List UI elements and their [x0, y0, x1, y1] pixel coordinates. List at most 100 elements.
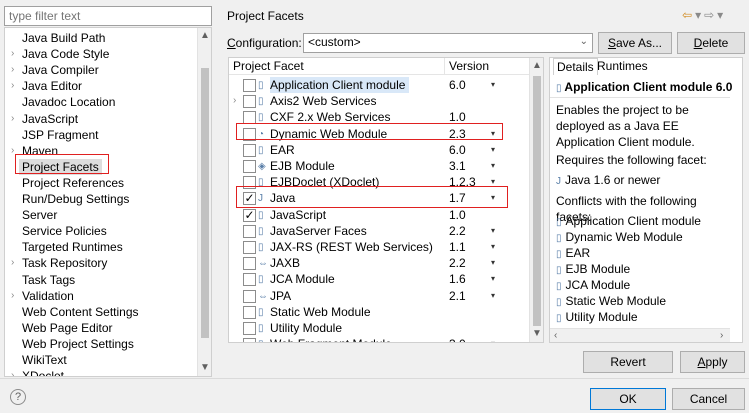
- forward-dropdown-icon[interactable]: ▾: [717, 8, 726, 22]
- version-dropdown-icon[interactable]: ▾: [491, 271, 495, 287]
- version-dropdown-icon[interactable]: ▾: [491, 223, 495, 239]
- table-row[interactable]: › ▯ Axis2 Web Services: [229, 93, 531, 109]
- facet-name: Web Fragment Module: [270, 336, 392, 342]
- back-arrow-icon[interactable]: ⇦: [682, 8, 695, 22]
- facet-version[interactable]: 3.0: [449, 336, 466, 342]
- version-dropdown-icon[interactable]: ▾: [491, 158, 495, 174]
- table-row[interactable]: ▯ JavaServer Faces 2.2 ▾: [229, 223, 531, 239]
- version-dropdown-icon[interactable]: ▾: [491, 239, 495, 255]
- facet-version[interactable]: 2.2: [449, 223, 466, 239]
- facet-checkbox[interactable]: [243, 160, 256, 173]
- table-row[interactable]: ▯ Web Fragment Module 3.0 ▾: [229, 336, 531, 342]
- facet-name: Axis2 Web Services: [270, 94, 377, 109]
- help-icon[interactable]: ?: [10, 389, 26, 405]
- apply-button[interactable]: Apply: [680, 351, 745, 373]
- facets-table-scrollbar[interactable]: ▲ ▼: [529, 58, 543, 342]
- facet-version[interactable]: 2.1: [449, 288, 466, 304]
- version-dropdown-icon[interactable]: ▾: [491, 255, 495, 271]
- scrollbar-thumb[interactable]: [533, 76, 541, 326]
- chevron-right-icon[interactable]: ›: [11, 368, 14, 376]
- facet-icon: ▯: [258, 225, 264, 237]
- table-row[interactable]: ▯ JCA Module 1.6 ▾: [229, 271, 531, 287]
- facet-checkbox[interactable]: [243, 257, 256, 271]
- scroll-right-icon[interactable]: ›: [720, 330, 723, 341]
- tab-runtimes[interactable]: Runtimes: [594, 58, 651, 75]
- facet-icon: ⇔: [258, 258, 268, 270]
- facet-version[interactable]: 3.1: [449, 158, 466, 174]
- table-row[interactable]: ▯ Utility Module: [229, 320, 531, 336]
- chevron-right-icon[interactable]: ›: [11, 111, 14, 127]
- version-dropdown-icon[interactable]: ▾: [491, 288, 495, 304]
- chevron-right-icon[interactable]: ›: [11, 62, 14, 78]
- chevron-right-icon[interactable]: ›: [11, 46, 14, 62]
- facet-checkbox[interactable]: [243, 224, 256, 238]
- facet-checkbox[interactable]: [243, 273, 256, 287]
- scroll-up-icon[interactable]: ▲: [532, 60, 542, 71]
- chevron-right-icon[interactable]: ›: [11, 78, 14, 94]
- ok-button[interactable]: OK: [590, 388, 666, 410]
- conflict-item-label: EAR: [565, 246, 591, 260]
- chevron-right-icon[interactable]: ›: [11, 288, 14, 304]
- facet-name: JavaScript: [270, 207, 327, 222]
- table-row[interactable]: ▯ Application Client module 6.0 ▾: [229, 77, 531, 93]
- chevron-right-icon[interactable]: ›: [11, 255, 14, 271]
- table-row[interactable]: ⇔ JPA 2.1 ▾: [229, 288, 531, 304]
- table-row[interactable]: ▯ JAX-RS (REST Web Services) 1.1 ▾: [229, 239, 531, 255]
- facet-icon: ▯: [258, 274, 264, 286]
- expand-arrow-icon[interactable]: ›: [233, 93, 236, 109]
- version-dropdown-icon[interactable]: ▾: [491, 336, 495, 342]
- version-dropdown-icon[interactable]: ▾: [491, 77, 495, 93]
- sidebar-item-label: Web Project Settings: [22, 336, 134, 351]
- facet-checkbox[interactable]: [243, 289, 256, 303]
- table-row[interactable]: ⇔ JAXB 2.2 ▾: [229, 255, 531, 271]
- facet-checkbox[interactable]: [243, 338, 256, 342]
- facet-version[interactable]: 6.0: [449, 77, 466, 93]
- table-row[interactable]: ▯ EAR 6.0 ▾: [229, 142, 531, 158]
- facet-checkbox[interactable]: [243, 241, 256, 254]
- facet-checkbox[interactable]: ✓: [243, 208, 256, 222]
- facet-checkbox[interactable]: [243, 305, 256, 319]
- version-dropdown-icon[interactable]: ▾: [491, 142, 495, 158]
- revert-button[interactable]: Revert: [583, 351, 673, 373]
- facet-icon: ▯: [556, 281, 562, 292]
- facet-version[interactable]: 2.2: [449, 255, 466, 271]
- facet-version[interactable]: 1.6: [449, 271, 466, 287]
- details-hscrollbar[interactable]: ‹ ›: [550, 328, 730, 342]
- sidebar-item-label: Javadoc Location: [22, 95, 116, 110]
- scroll-up-icon[interactable]: ▲: [200, 30, 210, 41]
- scrollbar-thumb[interactable]: [201, 68, 209, 338]
- facet-icon: ▯: [556, 233, 562, 244]
- configuration-select[interactable]: <custom> ⌄: [303, 33, 593, 53]
- forward-arrow-icon[interactable]: ⇨: [704, 8, 717, 22]
- facet-version[interactable]: 1.0: [449, 207, 466, 223]
- back-dropdown-icon[interactable]: ▾: [695, 8, 704, 22]
- sidebar-item-label: Task Repository: [22, 256, 108, 271]
- scroll-left-icon[interactable]: ‹: [554, 330, 557, 341]
- history-nav[interactable]: ⇦▾⇨▾: [682, 8, 726, 22]
- column-header-version[interactable]: Version: [449, 58, 489, 75]
- apply-mnemonic: A: [697, 355, 706, 369]
- facet-checkbox[interactable]: [243, 79, 256, 92]
- scroll-down-icon[interactable]: ▼: [532, 328, 542, 339]
- properties-tree-scrollbar[interactable]: ▲ ▼: [197, 28, 211, 376]
- facet-icon: ▯: [258, 337, 264, 342]
- chevron-right-icon[interactable]: ›: [11, 143, 14, 159]
- delete-button[interactable]: Delete: [677, 32, 745, 54]
- conflict-item-label: Static Web Module: [565, 294, 667, 308]
- facet-checkbox[interactable]: [243, 95, 256, 109]
- sidebar-item-label: Server: [22, 208, 58, 223]
- table-row[interactable]: ◈ EJB Module 3.1 ▾: [229, 158, 531, 174]
- filter-input[interactable]: [4, 6, 212, 26]
- facet-version[interactable]: 1.1: [449, 239, 466, 255]
- configuration-label: Configuration:: [227, 36, 302, 50]
- cancel-button[interactable]: Cancel: [672, 388, 745, 410]
- table-row[interactable]: ▯ Static Web Module: [229, 304, 531, 320]
- tab-details[interactable]: Details: [553, 58, 598, 75]
- facet-checkbox[interactable]: [243, 143, 256, 157]
- save-as-button[interactable]: Save As...: [598, 32, 672, 54]
- column-header-facet[interactable]: Project Facet: [233, 58, 304, 75]
- facet-checkbox[interactable]: [243, 322, 256, 335]
- scroll-down-icon[interactable]: ▼: [200, 362, 210, 373]
- table-row[interactable]: ✓ ▯ JavaScript 1.0: [229, 207, 531, 223]
- facet-version[interactable]: 6.0: [449, 142, 466, 158]
